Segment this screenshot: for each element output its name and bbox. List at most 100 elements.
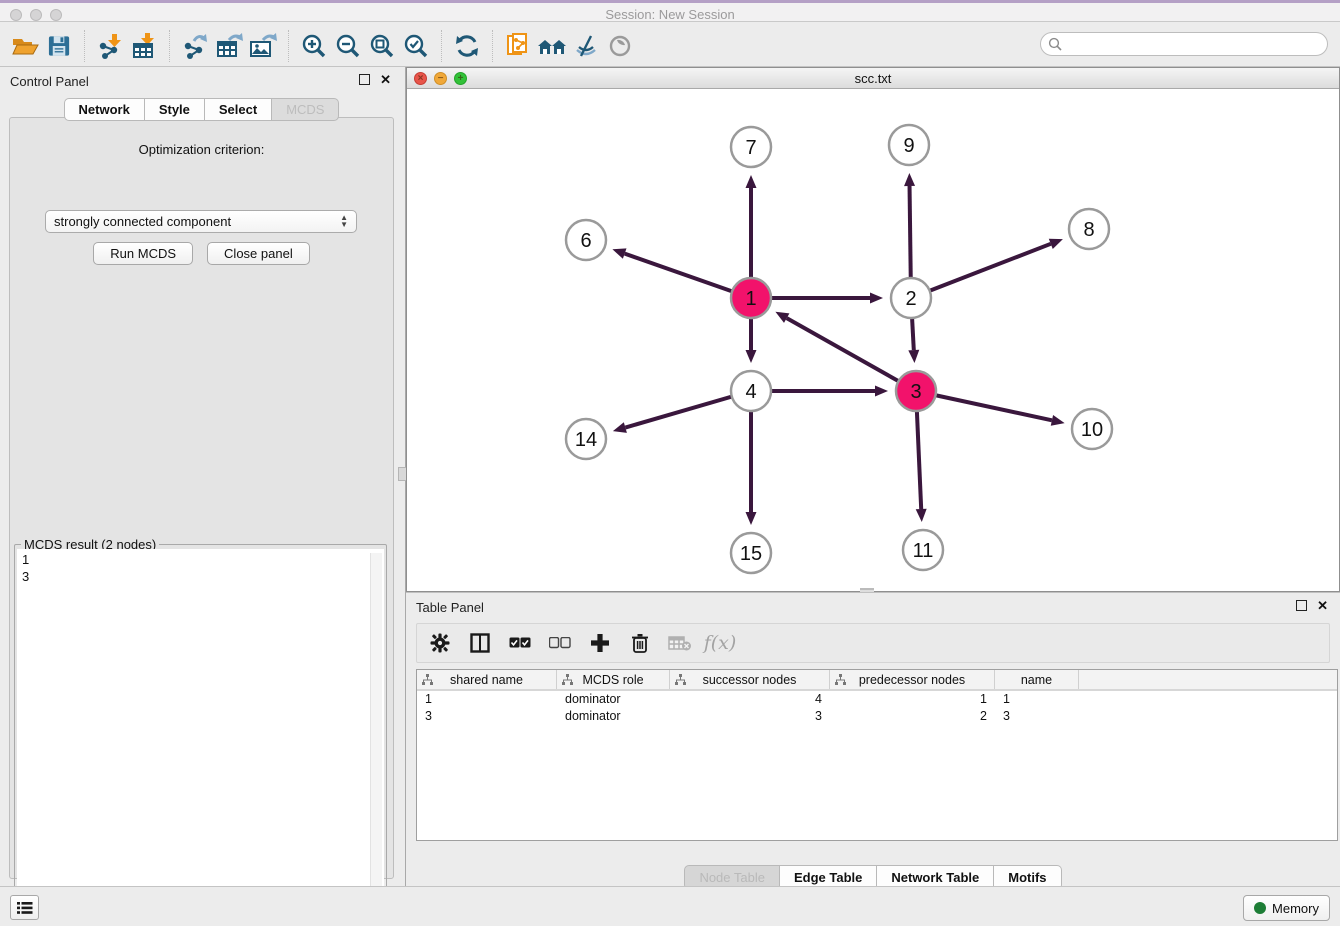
cell-name[interactable]: 3 [995,708,1079,725]
close-table-panel-icon[interactable]: ✕ [1317,600,1328,611]
network-canvas[interactable]: 7 9 6 8 1 2 4 3 14 10 15 11 [407,89,1339,591]
zoom-selected-button[interactable] [399,30,433,62]
graph-edge-1-6[interactable] [612,248,751,298]
zoom-fit-button[interactable] [365,30,399,62]
result-scrollbar[interactable] [370,553,382,917]
unchecked-boxes-icon [549,637,571,649]
zoom-out-icon [335,33,361,59]
graph-node-9[interactable]: 9 [889,125,929,165]
select-all-button[interactable] [507,630,533,656]
column-selector-button[interactable] [467,630,493,656]
memory-status-icon [1254,902,1266,914]
tab-network[interactable]: Network [64,98,145,121]
network-maximize-button[interactable]: + [454,72,467,85]
cell-predecessor-nodes[interactable]: 1 [830,691,995,708]
network-window-titlebar[interactable]: × − + scc.txt [407,68,1339,89]
optimization-criterion-select[interactable]: strongly connected component ▲▼ [45,210,357,233]
add-column-button[interactable] [587,630,613,656]
column-header-predecessor-nodes[interactable]: predecessor nodes [830,670,995,689]
cell-successor-nodes[interactable]: 4 [670,691,830,708]
status-bar: Memory [0,886,1340,926]
cell-mcds-role[interactable]: dominator [557,691,670,708]
show-eye-button[interactable] [603,30,637,62]
svg-text:3: 3 [910,381,921,403]
graph-edge-4-14[interactable] [613,391,751,433]
clone-network-button[interactable] [501,30,535,62]
graph-edge-3-1[interactable] [775,312,916,391]
export-network-button[interactable] [178,30,212,62]
network-graph[interactable]: 7 9 6 8 1 2 4 3 14 10 15 11 [407,89,1339,591]
import-network-button[interactable] [93,30,127,62]
tab-mcds[interactable]: MCDS [272,98,339,121]
run-mcds-button[interactable]: Run MCDS [93,242,193,265]
graph-node-8[interactable]: 8 [1069,209,1109,249]
graph-node-3[interactable]: 3 [896,371,936,411]
column-header-shared-name[interactable]: shared name [417,670,557,689]
open-folder-icon [11,34,39,58]
cell-shared-name[interactable]: 3 [417,708,557,725]
float-panel-icon[interactable] [359,74,370,85]
graph-node-15[interactable]: 15 [731,533,771,573]
close-panel-icon[interactable]: ✕ [380,74,391,85]
clone-network-icon [505,32,531,60]
network-close-button[interactable]: × [414,72,427,85]
table-panel: Table Panel ✕ [406,592,1340,886]
graph-node-6[interactable]: 6 [566,220,606,260]
tree-icon [561,674,574,686]
cell-successor-nodes[interactable]: 3 [670,708,830,725]
plus-icon [590,633,610,653]
graph-node-2[interactable]: 2 [891,278,931,318]
search-box[interactable] [1040,32,1328,56]
export-network-icon [182,33,208,59]
table-settings-button[interactable] [427,630,453,656]
eye-slash-icon [573,34,599,58]
search-input[interactable] [1066,37,1327,52]
svg-text:1: 1 [745,288,756,310]
refresh-view-button[interactable] [450,30,484,62]
export-image-button[interactable] [246,30,280,62]
cell-shared-name[interactable]: 1 [417,691,557,708]
home-layout-button[interactable] [535,30,569,62]
save-session-button[interactable] [42,30,76,62]
graph-node-11[interactable]: 11 [903,530,943,570]
tree-icon [834,674,847,686]
hide-panel-button[interactable] [569,30,603,62]
mcds-result-textarea[interactable]: 1 3 [17,549,384,919]
import-network-icon [97,33,123,59]
app-titlebar: Session: New Session [0,0,1340,22]
table-row[interactable]: 1 dominator 4 1 1 [417,691,1337,708]
tab-style[interactable]: Style [145,98,205,121]
graph-node-7[interactable]: 7 [731,127,771,167]
open-session-button[interactable] [8,30,42,62]
delete-column-button[interactable] [627,630,653,656]
zoom-out-button[interactable] [331,30,365,62]
cell-name[interactable]: 1 [995,691,1079,708]
column-header-mcds-role[interactable]: MCDS role [557,670,670,689]
zoom-in-button[interactable] [297,30,331,62]
tab-select[interactable]: Select [205,98,272,121]
graph-edge-2-8[interactable] [911,239,1063,298]
graph-node-10[interactable]: 10 [1072,409,1112,449]
cell-mcds-role[interactable]: dominator [557,708,670,725]
column-header-name[interactable]: name [995,670,1079,689]
float-table-panel-icon[interactable] [1296,600,1307,611]
save-floppy-icon [47,34,72,58]
memory-button[interactable]: Memory [1243,895,1330,921]
tree-icon [421,674,434,686]
cell-predecessor-nodes[interactable]: 2 [830,708,995,725]
chevron-up-down-icon: ▲▼ [340,215,348,228]
graph-node-4[interactable]: 4 [731,371,771,411]
task-history-button[interactable] [10,895,39,920]
graph-node-1[interactable]: 1 [731,278,771,318]
graph-node-14[interactable]: 14 [566,419,606,459]
table-row[interactable]: 3 dominator 3 2 3 [417,708,1337,725]
import-table-button[interactable] [127,30,161,62]
function-builder-button[interactable]: f(x) [707,630,733,656]
unselect-all-button[interactable] [547,630,573,656]
export-table-button[interactable] [212,30,246,62]
network-minimize-button[interactable]: − [434,72,447,85]
column-header-successor-nodes[interactable]: successor nodes [670,670,830,689]
delete-table-button[interactable] [667,630,693,656]
close-panel-button[interactable]: Close panel [207,242,310,265]
graph-edge-3-10[interactable] [916,391,1065,426]
